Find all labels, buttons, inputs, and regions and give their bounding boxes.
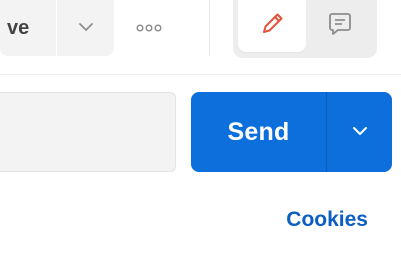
comments-mode-button[interactable] bbox=[307, 0, 373, 52]
comment-icon bbox=[328, 11, 352, 42]
edit-mode-button[interactable] bbox=[238, 0, 306, 52]
pencil-icon bbox=[258, 10, 286, 43]
send-options-button[interactable] bbox=[327, 92, 392, 172]
mode-toggle-group bbox=[233, 0, 377, 58]
chevron-down-icon bbox=[78, 19, 94, 37]
cookies-link[interactable]: Cookies bbox=[286, 208, 368, 232]
save-dropdown-button[interactable] bbox=[57, 0, 114, 56]
send-button[interactable]: Send bbox=[191, 92, 326, 172]
save-button-label: ve bbox=[7, 16, 30, 39]
send-button-label: Send bbox=[227, 117, 290, 146]
request-panel: ve Send Cookies bbox=[0, 0, 401, 271]
request-url-input[interactable] bbox=[0, 92, 176, 172]
ellipsis-icon bbox=[135, 19, 163, 37]
toolbar-divider bbox=[209, 0, 210, 56]
chevron-down-icon bbox=[352, 123, 368, 141]
save-button[interactable]: ve bbox=[0, 0, 56, 56]
toolbar-divider bbox=[0, 74, 401, 75]
more-actions-button[interactable] bbox=[126, 0, 172, 56]
send-button-group: Send bbox=[191, 92, 392, 172]
